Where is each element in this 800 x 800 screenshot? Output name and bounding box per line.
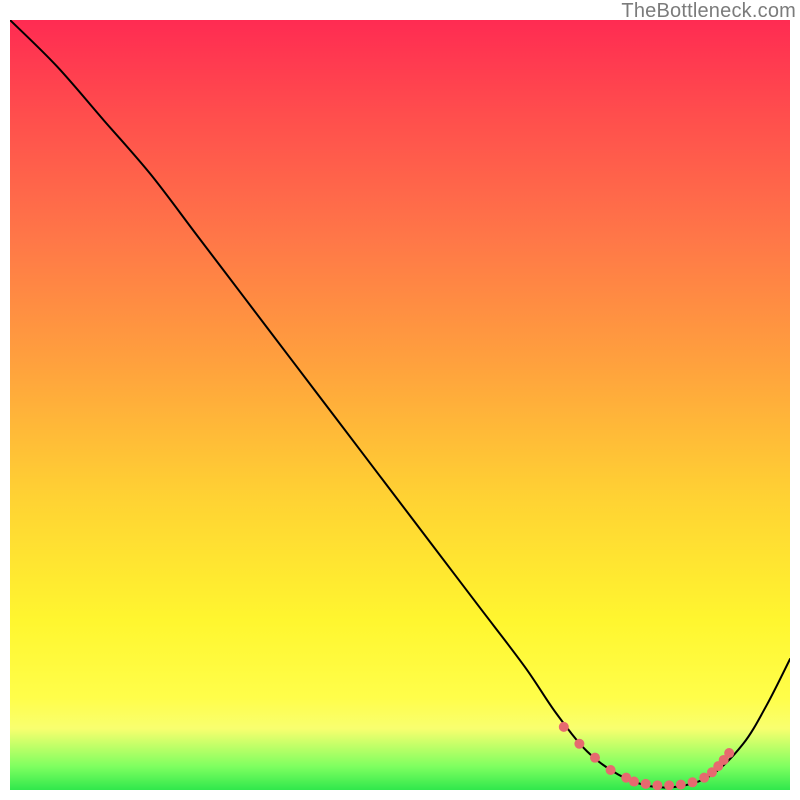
chart-svg [10,20,790,790]
marker-dot [641,779,651,789]
marker-dot [574,739,584,749]
optimal-zone-markers [559,722,734,790]
marker-dot [664,780,674,790]
marker-dot [676,780,686,790]
marker-dot [629,777,639,787]
marker-dot [688,777,698,787]
marker-dot [590,753,600,763]
chart-container [10,20,790,790]
bottleneck-curve [10,20,790,788]
marker-dot [652,780,662,790]
marker-dot [606,765,616,775]
marker-dot [724,748,734,758]
marker-dot [559,722,569,732]
